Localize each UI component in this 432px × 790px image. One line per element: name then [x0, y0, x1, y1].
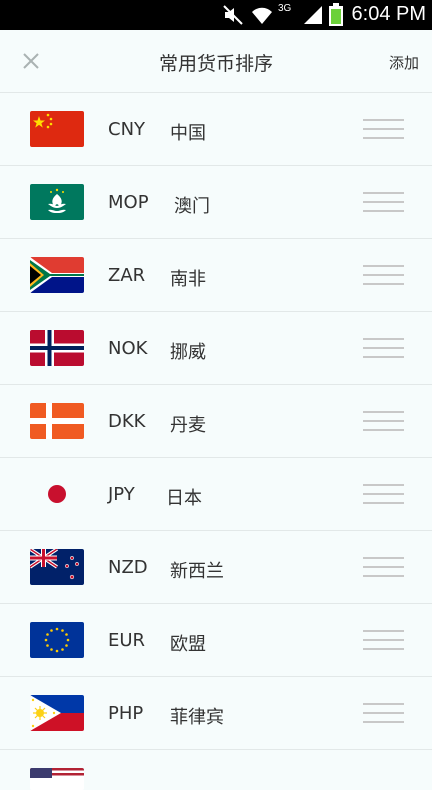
- network-type-label: 3G: [278, 3, 292, 14]
- currency-code: NOK: [108, 338, 148, 359]
- currency-name: 中国: [170, 123, 206, 144]
- currency-list: CNY 中国 MOP 澳门 ZAR 南非 NOK 挪威 DKK 丹麦 JPY 日…: [0, 93, 432, 790]
- status-bar: 3G 6:04 PM: [0, 0, 432, 30]
- currency-code: MOP: [108, 192, 149, 213]
- drag-handle-icon[interactable]: [363, 557, 404, 577]
- currency-code: PHP: [108, 703, 144, 724]
- page-title: 常用货币排序: [158, 53, 273, 75]
- add-button[interactable]: 添加: [389, 52, 419, 73]
- wifi-icon: [252, 7, 272, 25]
- currency-row-nzd[interactable]: NZD 新西兰: [0, 531, 432, 604]
- currency-code: ZAR: [108, 265, 146, 286]
- currency-code: EUR: [108, 630, 146, 651]
- header: 常用货币排序 添加: [0, 30, 432, 93]
- currency-name: 欧盟: [170, 634, 206, 655]
- new-zealand-flag-icon: [30, 549, 84, 585]
- currency-name: 日本: [166, 488, 202, 509]
- currency-name: 丹麦: [170, 415, 206, 436]
- japan-flag-icon: [30, 476, 84, 512]
- currency-row-jpy[interactable]: JPY 日本: [0, 458, 432, 531]
- currency-code: DKK: [108, 411, 146, 432]
- currency-code: NZD: [108, 557, 148, 578]
- drag-handle-icon[interactable]: [363, 484, 404, 504]
- denmark-flag-icon: [30, 403, 84, 439]
- drag-handle-icon[interactable]: [363, 338, 404, 358]
- eu-flag-icon: [30, 622, 84, 658]
- currency-row-eur[interactable]: EUR 欧盟: [0, 604, 432, 677]
- currency-row-php[interactable]: PHP 菲律宾: [0, 677, 432, 750]
- south-africa-flag-icon: [30, 257, 84, 293]
- norway-flag-icon: [30, 330, 84, 366]
- philippines-flag-icon: [30, 695, 84, 731]
- mute-icon: [223, 5, 243, 25]
- currency-name: 挪威: [170, 342, 206, 363]
- currency-name: 澳门: [174, 196, 210, 217]
- battery-icon: [329, 3, 343, 26]
- clock: 6:04 PM: [351, 3, 426, 25]
- currency-row-zar[interactable]: ZAR 南非: [0, 239, 432, 312]
- currency-code: JPY: [108, 484, 135, 505]
- usa-flag-icon: [30, 768, 84, 790]
- currency-row-cny[interactable]: CNY 中国: [0, 93, 432, 166]
- drag-handle-icon[interactable]: [363, 411, 404, 431]
- currency-row-partial[interactable]: [0, 750, 432, 790]
- currency-row-dkk[interactable]: DKK 丹麦: [0, 385, 432, 458]
- china-flag-icon: [30, 111, 84, 147]
- currency-code: CNY: [108, 119, 146, 140]
- drag-handle-icon[interactable]: [363, 703, 404, 723]
- currency-name: 南非: [170, 269, 206, 290]
- signal-icon: [304, 6, 322, 24]
- currency-row-nok[interactable]: NOK 挪威: [0, 312, 432, 385]
- drag-handle-icon[interactable]: [363, 265, 404, 285]
- drag-handle-icon[interactable]: [363, 192, 404, 212]
- drag-handle-icon[interactable]: [363, 119, 404, 139]
- currency-name: 菲律宾: [170, 707, 224, 728]
- currency-name: 新西兰: [170, 561, 224, 582]
- drag-handle-icon[interactable]: [363, 630, 404, 650]
- currency-row-mop[interactable]: MOP 澳门: [0, 166, 432, 239]
- macau-flag-icon: [30, 184, 84, 220]
